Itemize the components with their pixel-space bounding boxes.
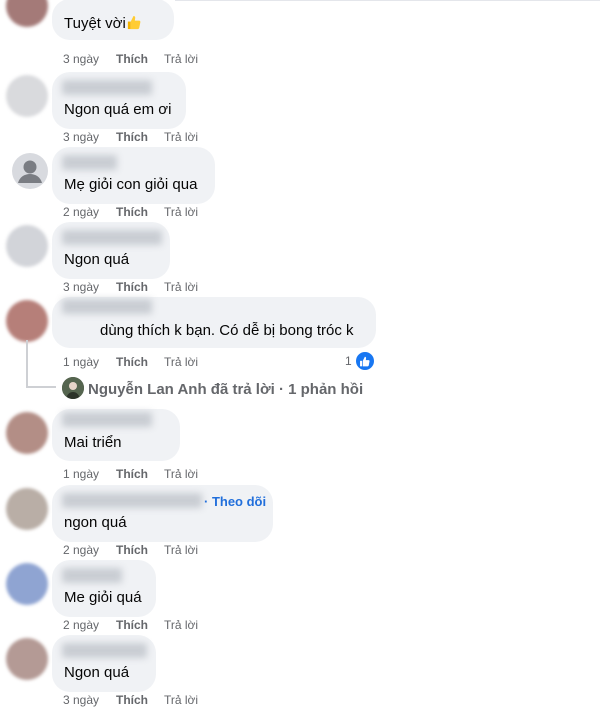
comment-bubble: Me giỏi quá	[52, 560, 156, 617]
like-reaction-icon	[354, 351, 375, 371]
like-button[interactable]: Thích	[116, 467, 164, 481]
comment-actions: 3 ngày Thích Trả lời	[63, 280, 198, 294]
comment-actions: 3 ngày Thích Trả lời	[63, 130, 198, 144]
comment-time[interactable]: 2 ngày	[63, 618, 116, 632]
comment-item: Ngon quá em ơi 3 ngày Thích Trả lời	[0, 72, 600, 150]
avatar[interactable]	[6, 638, 48, 680]
reply-button[interactable]: Trả lời	[164, 205, 198, 219]
comment-item: Mẹ giỏi con giỏi qua 2 ngày Thích Trả lời	[0, 147, 600, 225]
commenter-name-blurred[interactable]	[62, 643, 147, 658]
comment-bubble: Tuyệt vời	[52, 0, 174, 40]
comment-actions: 2 ngày Thích Trả lời	[63, 618, 198, 632]
like-button[interactable]: Thích	[116, 543, 164, 557]
commenter-name-blurred[interactable]	[62, 230, 162, 245]
reaction-count-number: 1	[345, 354, 352, 368]
avatar[interactable]	[6, 75, 48, 117]
comment-item: Me giỏi quá 2 ngày Thích Trả lời	[0, 560, 600, 638]
reply-button[interactable]: Trả lời	[164, 693, 198, 707]
like-button[interactable]: Thích	[116, 618, 164, 632]
reply-button[interactable]: Trả lời	[164, 130, 198, 144]
reply-button[interactable]: Trả lời	[164, 467, 198, 481]
commenter-name-blurred[interactable]	[62, 493, 202, 508]
comment-item: ngon quá 2 ngày Thích Trả lời	[0, 485, 600, 563]
comment-text: ngon quá	[64, 514, 127, 531]
comment-bubble: Ngon quá em ơi	[52, 72, 186, 129]
comment-bubble: Mẹ giỏi con giỏi qua	[52, 147, 215, 204]
comment-actions: 1 ngày Thích Trả lời	[63, 355, 198, 369]
avatar[interactable]	[6, 0, 48, 27]
comment-text: Mẹ giỏi con giỏi qua	[64, 176, 198, 193]
avatar[interactable]	[6, 225, 48, 267]
commenter-name-blurred[interactable]	[62, 412, 152, 427]
comment-time[interactable]: 3 ngày	[63, 280, 116, 294]
comment-text: Tuyệt vời	[64, 15, 141, 34]
commenter-name-blurred[interactable]	[62, 80, 152, 95]
comment-time[interactable]: 1 ngày	[63, 467, 116, 481]
like-button[interactable]: Thích	[116, 693, 164, 707]
comment-item: Ngon quá 3 ngày Thích Trả lời	[0, 222, 600, 300]
comment-item: dùng thích k bạn. Có dễ bị bong tróc k 1…	[0, 297, 600, 375]
replier-avatar[interactable]	[62, 377, 84, 399]
reply-button[interactable]: Trả lời	[164, 543, 198, 557]
avatar[interactable]	[6, 563, 48, 605]
avatar[interactable]	[6, 488, 48, 530]
reply-button[interactable]: Trả lời	[164, 618, 198, 632]
thumbs-up-emoji-icon	[126, 15, 141, 34]
thread-connector-line	[26, 340, 28, 388]
comment-actions: 2 ngày Thích Trả lời	[63, 205, 198, 219]
reply-button[interactable]: Trả lời	[164, 52, 198, 66]
comment-actions: 2 ngày Thích Trả lời	[63, 543, 198, 557]
comment-time[interactable]: 3 ngày	[63, 693, 116, 707]
comment-time[interactable]: 3 ngày	[63, 130, 116, 144]
comment-time[interactable]: 2 ngày	[63, 205, 116, 219]
avatar[interactable]	[6, 412, 48, 454]
comment-item: Tuyệt vời 3 ngày Thích Trả lời	[0, 0, 600, 78]
view-replies-link[interactable]: Nguyễn Lan Anh đã trả lời · 1 phản hồi	[88, 381, 363, 398]
like-button[interactable]: Thích	[116, 52, 164, 66]
comment-text: Mai triển	[64, 434, 122, 451]
comment-text: Ngon quá	[64, 664, 130, 681]
comment-text: dùng thích k bạn. Có dễ bị bong tróc k	[100, 322, 354, 339]
comment-actions: 3 ngày Thích Trả lời	[63, 693, 198, 707]
thread-connector-line	[26, 386, 56, 388]
comment-text: Me giỏi quá	[64, 589, 142, 606]
follow-link[interactable]: · Theo dõi	[204, 494, 266, 509]
top-divider	[175, 0, 600, 1]
comment-bubble: Mai triển	[52, 409, 180, 461]
like-button[interactable]: Thích	[116, 130, 164, 144]
comment-actions: 3 ngày Thích Trả lời	[63, 52, 198, 66]
commenter-name-blurred[interactable]	[62, 568, 122, 583]
like-button[interactable]: Thích	[116, 205, 164, 219]
avatar[interactable]	[6, 300, 48, 342]
comment-time[interactable]: 2 ngày	[63, 543, 116, 557]
comment-actions: 1 ngày Thích Trả lời	[63, 467, 198, 481]
comment-text: Ngon quá	[64, 251, 130, 268]
comment-bubble: Ngon quá	[52, 635, 156, 692]
comment-time[interactable]: 1 ngày	[63, 355, 116, 369]
commenter-name-blurred[interactable]	[62, 299, 152, 314]
comment-bubble: dùng thích k bạn. Có dễ bị bong tróc k	[52, 297, 376, 348]
reply-button[interactable]: Trả lời	[164, 280, 198, 294]
comment-text: Ngon quá em ơi	[64, 101, 172, 118]
like-button[interactable]: Thích	[116, 355, 164, 369]
comment-item: Ngon quá 3 ngày Thích Trả lời	[0, 635, 600, 713]
like-button[interactable]: Thích	[116, 280, 164, 294]
comment-item: Mai triển 1 ngày Thích Trả lời	[0, 409, 600, 487]
reply-button[interactable]: Trả lời	[164, 355, 198, 369]
comment-bubble: Ngon quá	[52, 222, 170, 279]
comment-time[interactable]: 3 ngày	[63, 52, 116, 66]
commenter-name-blurred[interactable]	[62, 155, 117, 170]
reaction-count[interactable]: 1	[345, 351, 375, 371]
default-user-avatar-icon[interactable]	[12, 153, 48, 189]
